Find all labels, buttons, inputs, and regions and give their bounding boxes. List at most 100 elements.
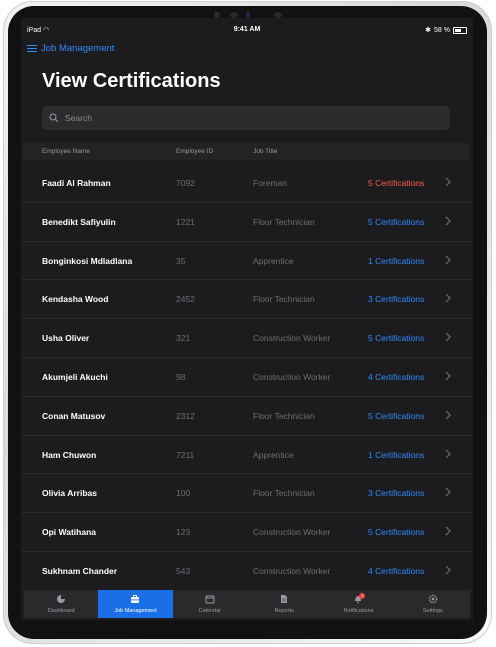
search-icon bbox=[49, 113, 59, 123]
certifications-link[interactable]: 5 Certifications bbox=[368, 527, 424, 537]
employee-name: Olivia Arribas bbox=[42, 488, 97, 499]
certifications-link[interactable]: 3 Certifications bbox=[368, 294, 424, 304]
certifications-link[interactable]: 1 Certifications bbox=[368, 450, 424, 460]
job-title: Floor Technician bbox=[253, 294, 315, 305]
battery-icon bbox=[453, 26, 467, 34]
table-row[interactable]: Opi Watihana 123 Construction Worker 5 Cert… bbox=[21, 513, 473, 552]
table-row[interactable]: Sukhnam Chander 543 Construction Worker 4 C… bbox=[21, 552, 473, 591]
employee-name: Conan Matusov bbox=[42, 410, 106, 421]
tab-reports[interactable]: Reports bbox=[247, 590, 321, 618]
employee-id: 543 bbox=[176, 565, 191, 576]
certifications-link[interactable]: 5 Certifications bbox=[368, 333, 424, 343]
briefcase-icon bbox=[130, 594, 140, 606]
bluetooth-icon: ✱ bbox=[425, 27, 432, 34]
tab-bar: Dashboard Job Management Calendar Reports 1 N… bbox=[24, 590, 470, 618]
table-row[interactable]: Bonginkosi Mdladlana 35 Apprentice 1 Certif… bbox=[21, 242, 473, 281]
employee-name: Kendasha Wood bbox=[42, 294, 109, 305]
status-time: 9:41 AM bbox=[233, 26, 261, 33]
tab-calendar[interactable]: Calendar bbox=[173, 590, 247, 618]
employee-id: 100 bbox=[176, 488, 191, 499]
certifications-link[interactable]: 4 Certifications bbox=[368, 566, 424, 576]
chevron-right-icon[interactable] bbox=[445, 564, 451, 576]
table-header: Employee Name Employee ID Job Title bbox=[23, 143, 469, 160]
tab-notifications[interactable]: 1 Notifications bbox=[321, 590, 395, 618]
tab-label: Notifications bbox=[343, 608, 374, 614]
job-title: Floor Technician bbox=[253, 488, 315, 499]
job-title: Construction Worker bbox=[253, 527, 331, 538]
table-row[interactable]: Olivia Arribas 100 Floor Technician 3 Certi… bbox=[21, 474, 473, 514]
tab-job-management[interactable]: Job Management bbox=[98, 590, 173, 618]
certifications-link[interactable]: 5 Certifications bbox=[368, 217, 424, 227]
tab-label: Dashboard bbox=[47, 608, 75, 614]
certifications-link[interactable]: 5 Certifications bbox=[368, 411, 424, 421]
certifications-link[interactable]: 4 Certifications bbox=[368, 372, 424, 382]
app-screen: iPad ◠ 9:41 AM ✱ 58 % Job Management Vie… bbox=[21, 18, 473, 620]
certifications-link[interactable]: 3 Certifications bbox=[368, 488, 424, 498]
table-row[interactable]: Usha Oliver 321 Construction Worker 5 Certi… bbox=[21, 319, 473, 358]
job-title: Construction Worker bbox=[253, 371, 331, 382]
tab-label: Settings bbox=[422, 608, 443, 614]
column-header-job-title[interactable]: Job Title bbox=[253, 148, 277, 155]
employee-id: 321 bbox=[176, 333, 191, 344]
employee-id: 123 bbox=[176, 527, 191, 538]
chevron-right-icon[interactable] bbox=[445, 409, 451, 421]
chevron-right-icon[interactable] bbox=[445, 254, 451, 266]
table-row[interactable]: Faadi Al Rahman 7092 Foreman 5 Certificatio… bbox=[21, 164, 473, 203]
tab-label: Job Management bbox=[114, 608, 157, 614]
tab-settings[interactable]: Settings bbox=[396, 590, 470, 618]
notification-badge: 1 bbox=[359, 593, 366, 599]
table-row[interactable]: Kendasha Wood 2452 Floor Technician 3 Certi… bbox=[21, 280, 473, 320]
gear-icon bbox=[428, 594, 438, 606]
job-title: Foreman bbox=[253, 178, 288, 188]
job-title: Floor Technician bbox=[253, 216, 315, 227]
chevron-right-icon[interactable] bbox=[445, 331, 451, 343]
employee-name: Bonginkosi Mdladlana bbox=[42, 255, 133, 266]
employee-id: 2452 bbox=[176, 294, 195, 305]
search-input[interactable] bbox=[63, 112, 427, 124]
table-row[interactable]: Benedikt Safiyulin 1221 Floor Technician 5 … bbox=[21, 203, 473, 242]
employee-name: Usha Oliver bbox=[42, 333, 90, 344]
tab-label: Reports bbox=[274, 608, 294, 614]
chevron-right-icon[interactable] bbox=[445, 292, 451, 304]
pie-chart-icon bbox=[56, 594, 66, 606]
employee-name: Ham Chuwon bbox=[42, 449, 97, 460]
tab-label: Calendar bbox=[198, 608, 221, 614]
chevron-right-icon[interactable] bbox=[445, 370, 451, 382]
status-bar: iPad ◠ 9:41 AM ✱ 58 % bbox=[21, 18, 473, 38]
employee-id: 7211 bbox=[176, 449, 195, 460]
employee-id: 98 bbox=[176, 371, 186, 382]
back-label[interactable]: Job Management bbox=[41, 43, 114, 54]
job-title: Construction Worker bbox=[253, 333, 331, 344]
certifications-link[interactable]: 5 Certifications bbox=[368, 178, 424, 188]
column-header-employee-id[interactable]: Employee ID bbox=[176, 148, 213, 155]
table-row[interactable]: Ham Chuwon 7211 Apprentice 1 Certifications bbox=[21, 436, 473, 475]
tab-dashboard[interactable]: Dashboard bbox=[24, 590, 98, 618]
certifications-link[interactable]: 1 Certifications bbox=[368, 256, 424, 266]
calendar-icon bbox=[205, 594, 215, 606]
document-icon bbox=[279, 594, 289, 606]
chevron-right-icon[interactable] bbox=[445, 215, 451, 227]
employee-name: Opi Watihana bbox=[42, 527, 96, 538]
employee-id: 7092 bbox=[176, 178, 195, 188]
search-bar[interactable] bbox=[42, 106, 450, 130]
job-title: Floor Technician bbox=[253, 410, 315, 421]
job-title: Construction Worker bbox=[253, 565, 331, 576]
chevron-right-icon[interactable] bbox=[445, 525, 451, 537]
employee-name: Benedikt Safiyulin bbox=[42, 216, 116, 227]
menu-icon[interactable] bbox=[27, 44, 37, 53]
column-header-employee-name[interactable]: Employee Name bbox=[42, 148, 90, 155]
employee-id: 35 bbox=[176, 255, 186, 266]
employee-name: Sukhnam Chander bbox=[42, 565, 118, 576]
chevron-right-icon[interactable] bbox=[445, 486, 451, 498]
battery-percent: 58 % bbox=[434, 26, 450, 34]
job-title: Apprentice bbox=[253, 449, 294, 460]
employee-id: 2312 bbox=[176, 410, 195, 421]
employee-id: 1221 bbox=[176, 216, 195, 227]
employee-name: Akumjeli Akuchi bbox=[42, 371, 108, 382]
employee-name: Faadi Al Rahman bbox=[42, 178, 111, 188]
chevron-right-icon[interactable] bbox=[445, 448, 451, 460]
table-row[interactable]: Akumjeli Akuchi 98 Construction Worker 4 Ce… bbox=[21, 358, 473, 397]
table-row[interactable]: Conan Matusov 2312 Floor Technician 5 Certi… bbox=[21, 397, 473, 436]
chevron-right-icon[interactable] bbox=[445, 176, 451, 188]
back-to-job-management[interactable]: Job Management bbox=[27, 43, 114, 54]
